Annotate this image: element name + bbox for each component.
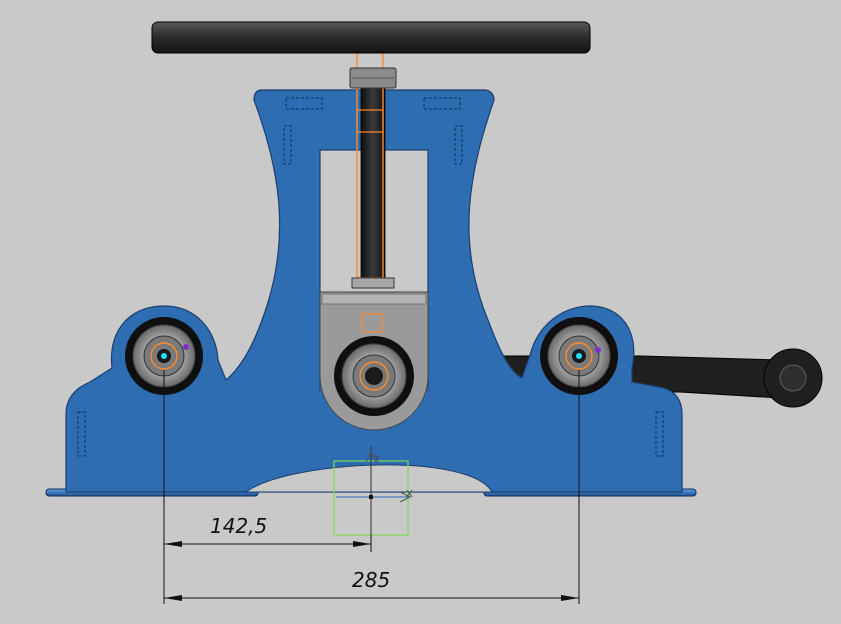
center-roller[interactable] bbox=[334, 336, 414, 416]
slider-top-strip bbox=[321, 293, 427, 305]
arrowhead-half-left bbox=[164, 541, 182, 547]
arrowhead-full-right bbox=[561, 595, 579, 601]
dimension-text-full: 285 bbox=[352, 568, 390, 592]
right-roller-constraint bbox=[595, 347, 601, 353]
screw-washer bbox=[351, 277, 395, 289]
center-roller-core bbox=[365, 367, 383, 385]
x-axis-label: X bbox=[406, 489, 413, 500]
t-handle-bar[interactable] bbox=[151, 21, 591, 54]
arrowhead-full-left bbox=[164, 595, 182, 601]
right-roller-center bbox=[576, 353, 582, 359]
lever-arm-hole bbox=[779, 364, 807, 392]
dimension-text-half: 142,5 bbox=[210, 514, 267, 538]
left-roller-center bbox=[161, 353, 167, 359]
cad-viewport[interactable]: X Y 142,5 285 bbox=[0, 0, 841, 624]
y-axis-label: Y bbox=[373, 454, 381, 465]
origin-point bbox=[369, 495, 373, 499]
arrowhead-half-right bbox=[353, 541, 371, 547]
left-roller-constraint bbox=[183, 344, 189, 350]
